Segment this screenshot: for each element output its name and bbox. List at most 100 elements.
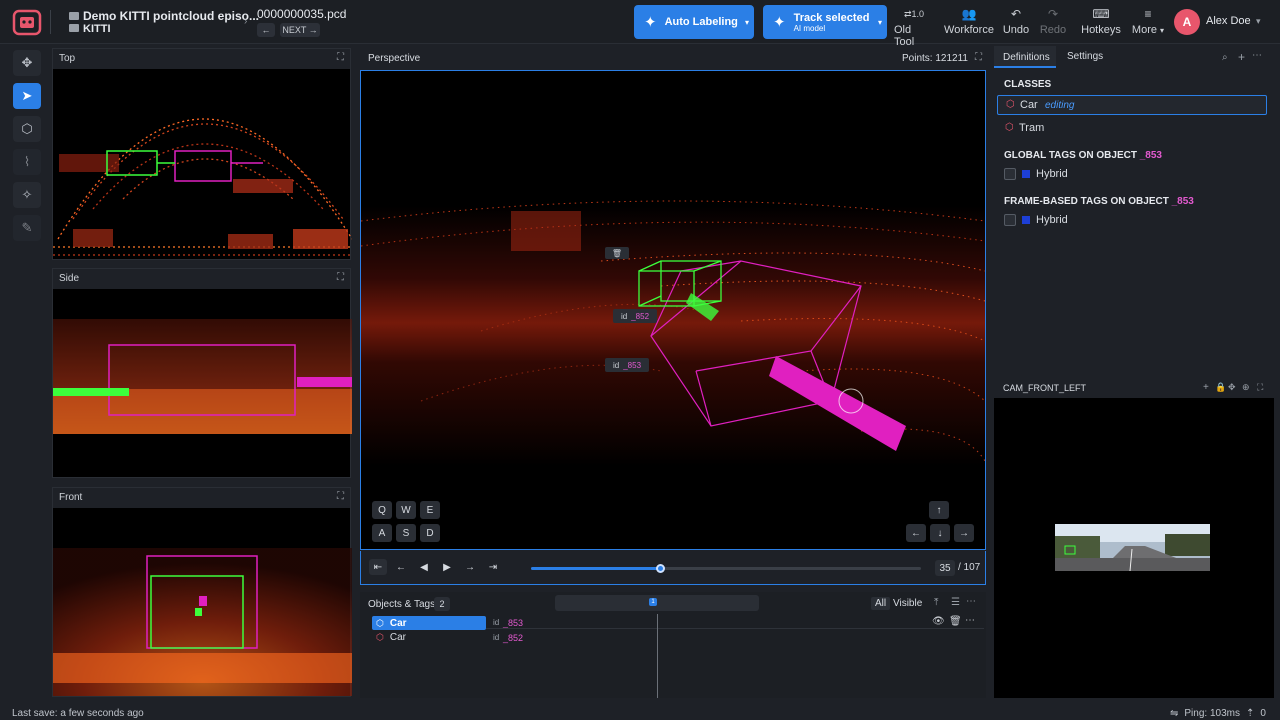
arrow-left-icon[interactable]: ←: [906, 524, 926, 542]
object-id-label: id: [493, 618, 500, 627]
brush-icon: ✎: [21, 220, 33, 235]
object-tag-852[interactable]: id _852: [613, 309, 657, 323]
expand-icon[interactable]: ⛶: [337, 491, 344, 502]
key-q[interactable]: Q: [372, 501, 392, 519]
people-icon: 👥: [961, 7, 977, 21]
brush-tool-button[interactable]: ✎: [13, 215, 41, 241]
eye-icon[interactable]: 👁: [932, 616, 945, 627]
filter-all-button[interactable]: All: [871, 597, 891, 610]
chevron-down-icon[interactable]: ▾: [745, 18, 749, 27]
pointcloud-canvas[interactable]: [360, 71, 986, 549]
filter-icon[interactable]: ☰: [951, 597, 960, 608]
more-label: More: [1131, 24, 1157, 36]
timeline-progress: [531, 567, 660, 570]
magic-wand-tool-button[interactable]: ✧: [13, 182, 41, 208]
arrow-keys: ← ↓ →: [906, 524, 974, 542]
chevron-down-icon[interactable]: ▾: [878, 18, 882, 27]
add-icon[interactable]: +: [1238, 50, 1245, 64]
object-row-853[interactable]: ⬡ Car: [372, 616, 486, 630]
more-options-icon[interactable]: ⋯: [1252, 50, 1262, 61]
chevron-down-icon[interactable]: ▾: [1256, 16, 1261, 27]
arrow-down-icon[interactable]: ↓: [930, 524, 950, 542]
workforce-button[interactable]: 👥 Workforce: [944, 7, 994, 36]
next-frame-icon[interactable]: →: [461, 559, 479, 575]
tag-checkbox[interactable]: [1004, 214, 1016, 226]
object-row-852[interactable]: ⬡ Car: [372, 630, 486, 644]
hotkeys-button[interactable]: ⌨ Hotkeys: [1079, 7, 1123, 36]
class-name: Tram: [1019, 122, 1045, 134]
old-tool-version: 1.0: [911, 9, 925, 19]
frame-input[interactable]: 35: [935, 560, 955, 576]
frame-timeline-strip[interactable]: 1: [555, 595, 759, 611]
lock-icon[interactable]: 🔒: [1215, 382, 1226, 393]
timeline-track[interactable]: [531, 564, 921, 573]
key-s[interactable]: S: [396, 524, 416, 542]
timeline-handle[interactable]: [655, 564, 665, 573]
arrow-right-icon[interactable]: →: [954, 524, 974, 542]
key-a[interactable]: A: [372, 524, 392, 542]
more-options-icon[interactable]: ⋯: [965, 615, 975, 626]
frame-tag-hybrid[interactable]: Hybrid: [1004, 214, 1068, 226]
dataset-title[interactable]: Demo KITTI pointcloud episo...: [83, 9, 259, 23]
collapse-icon[interactable]: ⤒: [934, 597, 938, 608]
track-model-label: AI model: [793, 23, 826, 33]
cube-icon: ⬡: [1005, 122, 1014, 133]
next-button[interactable]: NEXT →: [280, 23, 320, 37]
cuboid-tool-button[interactable]: ⬡: [13, 116, 41, 142]
filter-visible-button[interactable]: Visible: [893, 598, 922, 609]
user-name[interactable]: Alex Doe: [1206, 15, 1251, 27]
add-icon[interactable]: +: [1203, 382, 1209, 393]
app-logo-icon[interactable]: [12, 8, 42, 36]
class-item-tram[interactable]: ⬡ Tram: [997, 118, 1267, 138]
tag-checkbox[interactable]: [1004, 168, 1016, 180]
frame-total: / 107: [958, 562, 981, 573]
perspective-viewport[interactable]: 🗑 id _852 id _853 Q W E A S D ↑ ← ↓ →: [360, 70, 986, 550]
select-tool-button[interactable]: ➤: [13, 83, 41, 109]
prev-frame-icon[interactable]: ←: [392, 559, 410, 575]
old-tool-button[interactable]: ⇄1.0 Old Tool: [894, 7, 934, 48]
tab-settings[interactable]: Settings: [1067, 51, 1103, 62]
more-button[interactable]: ≡ More ▾: [1128, 7, 1168, 36]
prev-button[interactable]: ←: [257, 23, 275, 37]
global-tags-label: GLOBAL TAGS ON OBJECT: [1004, 150, 1137, 161]
side-view-canvas[interactable]: [53, 289, 352, 477]
move-icon[interactable]: ✥: [1228, 382, 1236, 393]
play-icon[interactable]: ▶: [438, 559, 456, 575]
auto-labeling-button[interactable]: ✦ Auto Labeling ▾: [634, 5, 754, 39]
target-icon[interactable]: ⊕: [1242, 382, 1250, 393]
play-back-icon[interactable]: ◀: [415, 559, 433, 575]
camera-image[interactable]: [1055, 524, 1210, 571]
object-toolbar[interactable]: 🗑: [605, 247, 629, 259]
project-name[interactable]: KITTI: [83, 23, 111, 35]
polyline-tool-button[interactable]: ⌇: [13, 149, 41, 175]
front-view-header: Front ⛶: [53, 488, 350, 508]
tab-definitions[interactable]: Definitions: [994, 46, 1056, 68]
move-tool-button[interactable]: ✥: [13, 50, 41, 76]
expand-icon[interactable]: ⛶: [975, 52, 982, 63]
top-view-canvas[interactable]: [53, 69, 353, 259]
expand-icon[interactable]: ⛶: [337, 272, 344, 283]
object-tag-853[interactable]: id _853: [605, 358, 649, 372]
redo-button[interactable]: ↷ Redo: [1037, 7, 1069, 36]
key-d[interactable]: D: [420, 524, 440, 542]
first-frame-icon[interactable]: ⇤: [369, 559, 387, 575]
key-w[interactable]: W: [396, 501, 416, 519]
global-tag-hybrid[interactable]: Hybrid: [1004, 168, 1068, 180]
track-selected-button[interactable]: ✦ Track selected AI model ▾: [763, 5, 887, 39]
search-icon[interactable]: ⌕: [1222, 52, 1228, 63]
key-e[interactable]: E: [420, 501, 440, 519]
expand-icon[interactable]: ⛶: [337, 52, 344, 63]
arrow-up-icon[interactable]: ↑: [929, 501, 949, 519]
auto-labeling-label: Auto Labeling: [664, 16, 738, 28]
last-frame-icon[interactable]: ⇥: [484, 559, 502, 575]
trash-icon[interactable]: 🗑: [612, 249, 622, 258]
trash-icon[interactable]: 🗑: [949, 616, 962, 627]
class-item-car[interactable]: ⬡ Car editing: [997, 95, 1267, 115]
expand-icon[interactable]: ⛶: [1257, 382, 1263, 393]
object-id: _852: [503, 633, 524, 643]
menu-icon: ≡: [1144, 7, 1152, 21]
avatar[interactable]: A: [1174, 9, 1200, 35]
more-options-icon[interactable]: ⋯: [966, 596, 976, 607]
undo-button[interactable]: ↶ Undo: [1000, 7, 1032, 36]
front-view-canvas[interactable]: [53, 508, 352, 696]
